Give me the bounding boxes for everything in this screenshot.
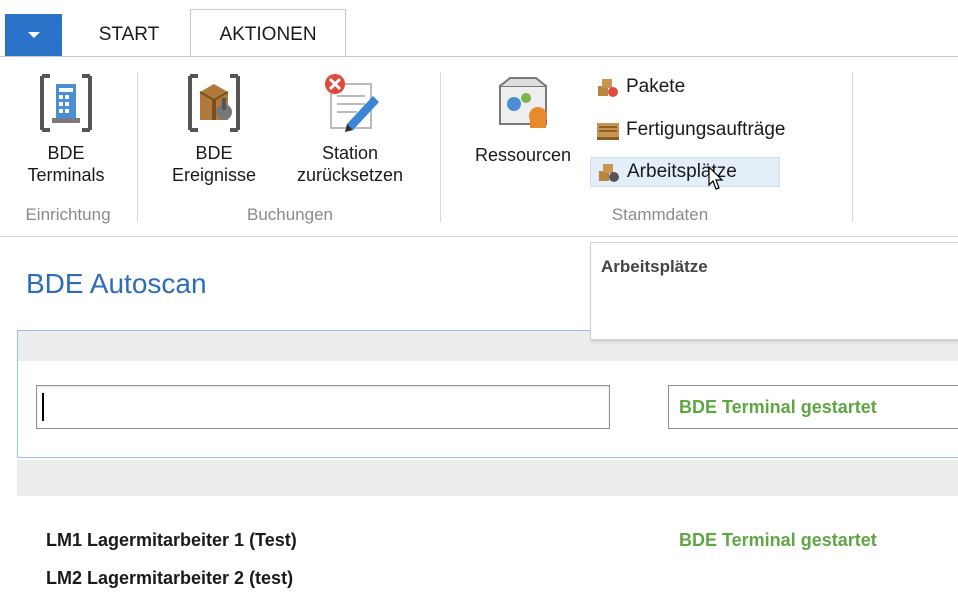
chevron-down-icon bbox=[27, 32, 40, 38]
text-caret bbox=[42, 393, 44, 421]
group-label-einrichtung: Einrichtung bbox=[25, 205, 111, 224]
scan-input[interactable] bbox=[36, 385, 610, 429]
bde-terminals-button[interactable]: BDE Terminals bbox=[10, 72, 122, 186]
pakete-button[interactable]: Pakete bbox=[596, 72, 776, 102]
tab-start[interactable]: START bbox=[84, 14, 174, 56]
production-order-icon bbox=[596, 119, 620, 141]
terminal-icon bbox=[36, 72, 96, 134]
app-menu-button[interactable] bbox=[5, 14, 62, 56]
ribbon-border bbox=[0, 236, 958, 237]
mouse-cursor-icon bbox=[708, 165, 726, 197]
tooltip-title: Arbeitsplätze bbox=[601, 257, 708, 276]
terminal-status-box: BDE Terminal gestartet bbox=[668, 385, 958, 429]
fertigungsauftraege-button[interactable]: Fertigungsaufträge bbox=[596, 115, 846, 145]
tooltip: Arbeitsplätze bbox=[590, 242, 958, 340]
station-reset-label-2: zurücksetzen bbox=[296, 165, 404, 185]
bde-terminals-label-2: Terminals bbox=[27, 165, 105, 185]
bde-ereignisse-label-1: BDE bbox=[195, 143, 233, 163]
scan-panel: BDE Terminal gestartet bbox=[17, 330, 958, 458]
resources-icon bbox=[490, 72, 556, 134]
list-header-strip bbox=[17, 460, 958, 496]
arbeitsplaetze-button[interactable]: Arbeitsplätze bbox=[590, 157, 780, 187]
group-separator bbox=[852, 72, 853, 222]
group-separator bbox=[137, 72, 138, 222]
page-title: BDE Autoscan bbox=[26, 268, 207, 299]
group-label-buchungen: Buchungen bbox=[246, 205, 334, 224]
ribbon-tab-bar: START AKTIONEN bbox=[0, 0, 958, 57]
pakete-label: Pakete bbox=[626, 76, 686, 97]
station-reset-button[interactable]: Station zurücksetzen bbox=[276, 72, 424, 186]
list-item[interactable]: LM2 Lagermitarbeiter 2 (test) bbox=[46, 568, 293, 589]
list-item[interactable]: LM1 Lagermitarbeiter 1 (Test) bbox=[46, 530, 297, 551]
group-label-stammdaten: Stammdaten bbox=[611, 205, 709, 224]
bde-ereignisse-label-2: Ereignisse bbox=[171, 165, 257, 185]
group-separator bbox=[440, 72, 441, 222]
bde-ereignisse-button[interactable]: BDE Ereignisse bbox=[158, 72, 270, 186]
fertigungsauftraege-label: Fertigungsaufträge bbox=[626, 119, 786, 140]
workplace-icon bbox=[597, 161, 621, 183]
list-item-status: BDE Terminal gestartet bbox=[679, 530, 877, 550]
bde-terminals-label-1: BDE bbox=[47, 143, 85, 163]
tab-aktionen[interactable]: AKTIONEN bbox=[190, 9, 346, 57]
ressourcen-label: Ressourcen bbox=[474, 145, 572, 165]
station-reset-label-1: Station bbox=[321, 143, 379, 163]
station-reset-icon bbox=[317, 72, 383, 134]
package-icon bbox=[596, 76, 620, 98]
ressourcen-button[interactable]: Ressourcen bbox=[460, 72, 586, 166]
events-icon bbox=[184, 72, 244, 134]
